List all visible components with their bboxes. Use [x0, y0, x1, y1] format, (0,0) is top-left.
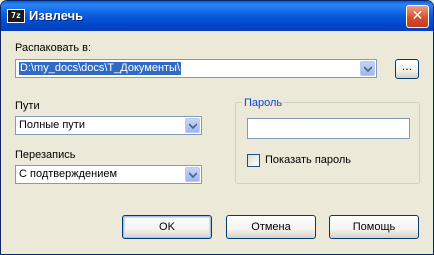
window-title: Извлечь [29, 8, 84, 23]
show-password-checkbox[interactable] [247, 154, 260, 167]
paths-dropdown-button[interactable] [185, 118, 200, 133]
overwrite-dropdown-button[interactable] [185, 167, 200, 182]
extract-dialog: 7z Извлечь ✕ Распаковать в: D:\my_docs\d… [0, 0, 434, 255]
7zip-app-icon: 7z [7, 9, 25, 23]
overwrite-value: С подтверждением [19, 168, 118, 180]
extract-to-label: Распаковать в: [15, 42, 92, 54]
browse-button[interactable]: ... [395, 59, 419, 79]
title-bar[interactable]: 7z Извлечь ✕ [1, 1, 433, 31]
paths-combobox[interactable]: Полные пути [15, 116, 202, 135]
overwrite-label: Перезапись [15, 149, 76, 161]
extract-path-combobox[interactable]: D:\my_docs\docs\Т_Документы\ [15, 59, 377, 78]
password-groupbox [235, 102, 420, 184]
cancel-button[interactable]: Отмена [226, 215, 316, 239]
show-password-label[interactable]: Показать пароль [265, 154, 351, 166]
extract-path-value[interactable]: D:\my_docs\docs\Т_Документы\ [19, 62, 182, 75]
help-button[interactable]: Помощь [329, 215, 419, 239]
chevron-down-icon [189, 172, 197, 178]
ok-button[interactable]: OK [122, 215, 212, 239]
password-group-label: Пароль [242, 97, 285, 109]
password-input[interactable] [247, 118, 410, 139]
paths-value: Полные пути [19, 119, 85, 131]
paths-label: Пути [15, 100, 40, 112]
overwrite-combobox[interactable]: С подтверждением [15, 165, 202, 184]
extract-path-dropdown-button[interactable] [360, 61, 375, 76]
chevron-down-icon [364, 66, 372, 72]
chevron-down-icon [189, 123, 197, 129]
close-icon: ✕ [411, 8, 424, 24]
close-button[interactable]: ✕ [406, 5, 429, 28]
